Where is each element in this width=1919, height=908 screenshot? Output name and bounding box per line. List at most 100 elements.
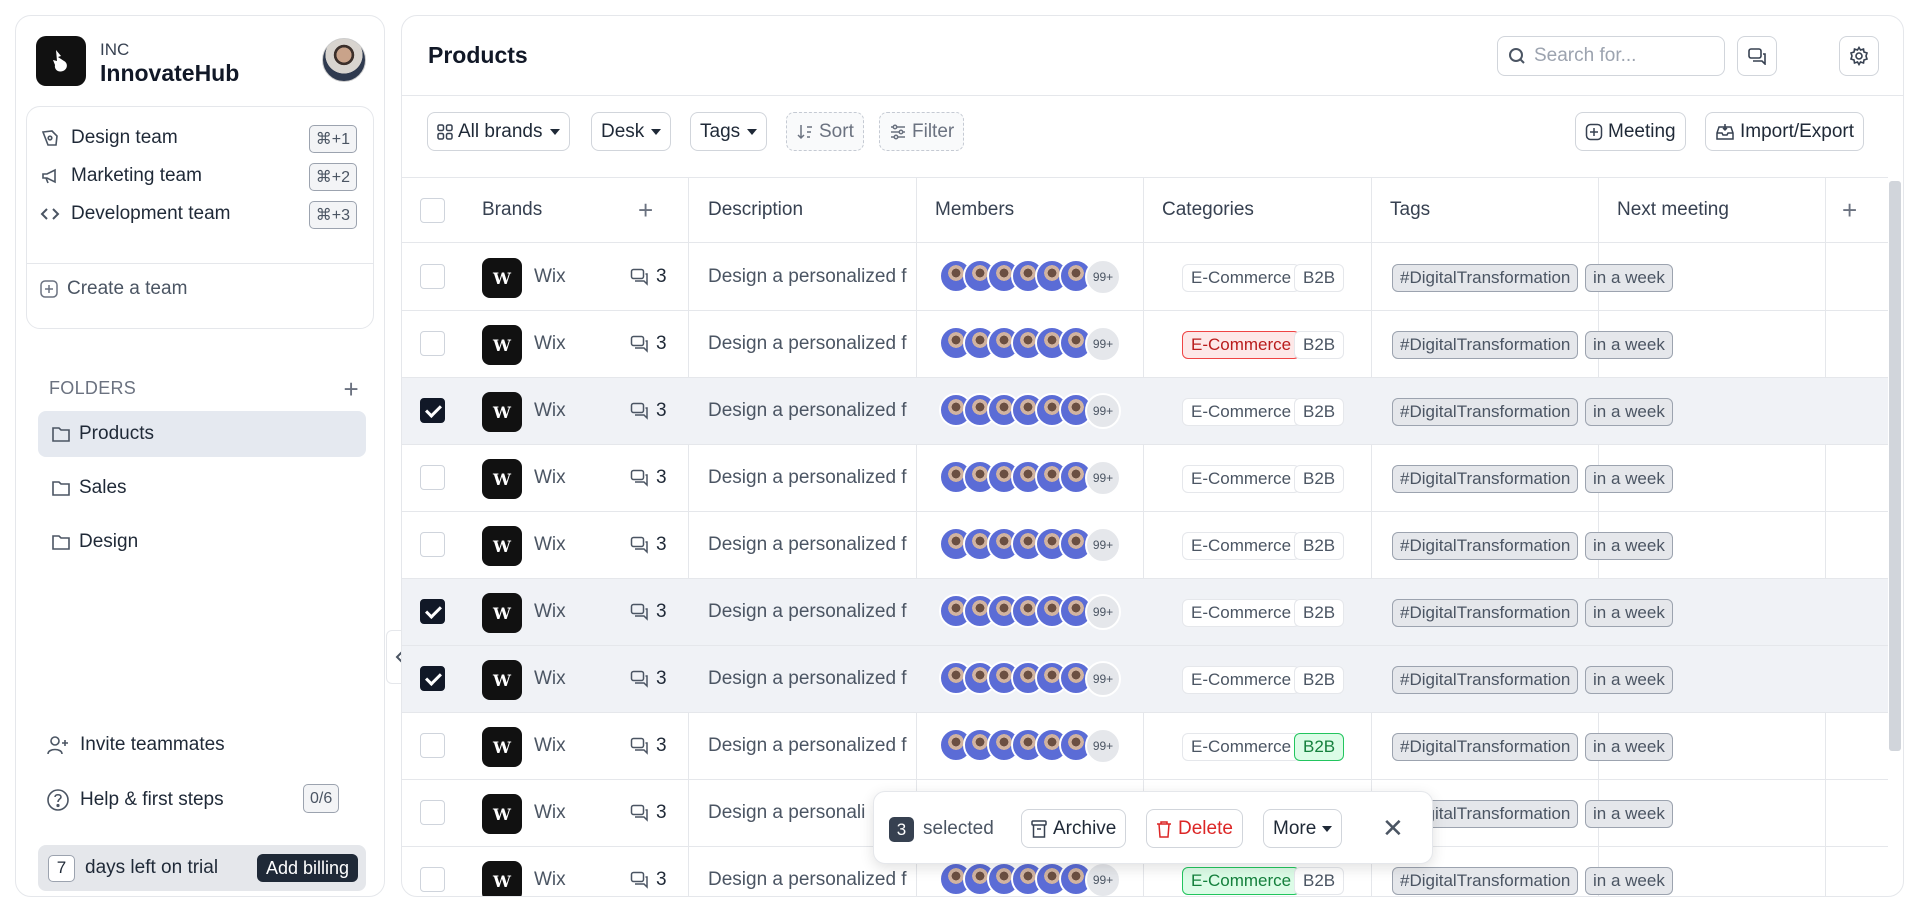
table-row[interactable]: W Wix 3 Design a personalized f 99+ E-Commerc… [402, 646, 1888, 713]
category-chip[interactable]: E-Commerce [1182, 465, 1301, 493]
members-stack[interactable]: 99+ [939, 460, 1121, 498]
next-meeting-chip[interactable]: in a week [1585, 800, 1673, 828]
add-billing-button[interactable]: Add billing [256, 854, 358, 882]
create-team-button[interactable]: Create a team [39, 278, 187, 300]
table-row[interactable]: W Wix 3 Design a personalized f 99+ E-Commerc… [402, 378, 1888, 445]
table-row[interactable]: W Wix 3 Design a personalized f 99+ E-Commerc… [402, 244, 1888, 311]
brand-name[interactable]: Wix [534, 512, 566, 578]
filter-button[interactable]: Filter [879, 112, 965, 151]
next-meeting-chip[interactable]: in a week [1585, 867, 1673, 895]
next-meeting-chip[interactable]: in a week [1585, 599, 1673, 627]
category-chip[interactable]: E-Commerce [1182, 264, 1301, 292]
tag-chip[interactable]: #DigitalTransformation [1392, 532, 1579, 560]
tag-chip[interactable]: #DigitalTransformation [1392, 264, 1579, 292]
tag-chip[interactable]: #DigitalTransformation [1392, 867, 1579, 895]
next-meeting-chip[interactable]: in a week [1585, 532, 1673, 560]
description-cell[interactable]: Design a personalized f [708, 579, 930, 645]
desk-dropdown[interactable]: Desk [591, 112, 672, 151]
members-stack[interactable]: 99+ [939, 661, 1121, 699]
column-header-members[interactable]: Members [935, 178, 1014, 242]
brand-name[interactable]: Wix [534, 780, 566, 846]
close-icon[interactable]: ✕ [1382, 813, 1404, 844]
folder-design[interactable]: Design [38, 519, 366, 565]
row-checkbox[interactable] [420, 733, 445, 758]
description-cell[interactable]: Design a personalized f [708, 378, 930, 444]
meeting-button[interactable]: Meeting [1575, 112, 1686, 151]
next-meeting-chip[interactable]: in a week [1585, 398, 1673, 426]
members-stack[interactable]: 99+ [939, 393, 1121, 431]
table-row[interactable]: W Wix 3 Design a personalized f 99+ E-Commerc… [402, 713, 1888, 780]
search-input[interactable]: Search for... [1497, 36, 1725, 76]
add-brand-icon[interactable]: + [638, 178, 653, 242]
tag-chip[interactable]: #DigitalTransformation [1392, 465, 1579, 493]
row-checkbox[interactable] [420, 331, 445, 356]
column-header-tags[interactable]: Tags [1390, 178, 1430, 242]
row-checkbox[interactable] [420, 264, 445, 289]
archive-button[interactable]: Archive [1021, 809, 1127, 848]
next-meeting-chip[interactable]: in a week [1585, 666, 1673, 694]
comments-count[interactable]: 3 [630, 244, 667, 310]
comments-count[interactable]: 3 [630, 311, 667, 377]
row-checkbox[interactable] [420, 666, 445, 691]
user-avatar[interactable] [322, 38, 366, 82]
description-cell[interactable]: Design a personalized f [708, 713, 930, 779]
next-meeting-chip[interactable]: in a week [1585, 264, 1673, 292]
category-chip[interactable]: E-Commerce [1182, 532, 1301, 560]
next-meeting-chip[interactable]: in a week [1585, 733, 1673, 761]
select-all-checkbox[interactable] [420, 198, 445, 223]
column-header-next-meeting[interactable]: Next meeting [1617, 178, 1729, 242]
comments-count[interactable]: 3 [630, 847, 667, 896]
row-checkbox[interactable] [420, 532, 445, 557]
table-row[interactable]: W Wix 3 Design a personalized f 99+ E-Commerc… [402, 311, 1888, 378]
org-switcher[interactable]: INC InnovateHub [36, 36, 366, 96]
comments-count[interactable]: 3 [630, 713, 667, 779]
column-header-categories[interactable]: Categories [1162, 178, 1254, 242]
members-stack[interactable]: 99+ [939, 527, 1121, 565]
description-cell[interactable]: Design a personalized f [708, 445, 930, 511]
next-meeting-chip[interactable]: in a week [1585, 331, 1673, 359]
row-checkbox[interactable] [420, 867, 445, 892]
category-chip[interactable]: B2B [1294, 532, 1345, 560]
add-folder-icon[interactable]: + [344, 374, 359, 405]
brand-name[interactable]: Wix [534, 713, 566, 779]
comments-button[interactable] [1737, 36, 1777, 76]
category-chip[interactable]: E-Commerce [1182, 331, 1301, 359]
sidebar-item-development-team[interactable]: Development team ⌘+3 [39, 195, 361, 233]
description-cell[interactable]: Design a personalized f [708, 311, 930, 377]
category-chip[interactable]: B2B [1294, 733, 1345, 761]
members-stack[interactable]: 99+ [939, 326, 1121, 364]
brand-name[interactable]: Wix [534, 579, 566, 645]
comments-count[interactable]: 3 [630, 378, 667, 444]
row-checkbox[interactable] [420, 465, 445, 490]
category-chip[interactable]: E-Commerce [1182, 733, 1301, 761]
comments-count[interactable]: 3 [630, 646, 667, 712]
all-brands-dropdown[interactable]: All brands [427, 112, 570, 151]
tag-chip[interactable]: #DigitalTransformation [1392, 599, 1579, 627]
tags-dropdown[interactable]: Tags [690, 112, 768, 151]
invite-teammates-link[interactable]: Invite teammates [46, 734, 225, 756]
members-stack[interactable]: 99+ [939, 259, 1121, 297]
tag-chip[interactable]: #DigitalTransformation [1392, 331, 1579, 359]
next-meeting-chip[interactable]: in a week [1585, 465, 1673, 493]
table-row[interactable]: W Wix 3 Design a personalized f 99+ E-Commerc… [402, 512, 1888, 579]
tag-chip[interactable]: #DigitalTransformation [1392, 398, 1579, 426]
table-row[interactable]: W Wix 3 Design a personalized f 99+ E-Commerc… [402, 579, 1888, 646]
add-column-icon[interactable]: + [1842, 178, 1857, 242]
folder-sales[interactable]: Sales [38, 465, 366, 511]
sort-button[interactable]: Sort [786, 112, 864, 151]
category-chip[interactable]: E-Commerce [1182, 666, 1301, 694]
vertical-scrollbar[interactable] [1889, 181, 1901, 751]
help-first-steps-link[interactable]: Help & first steps [46, 788, 224, 812]
description-cell[interactable]: Design a personalized f [708, 646, 930, 712]
category-chip[interactable]: E-Commerce [1182, 599, 1301, 627]
comments-count[interactable]: 3 [630, 579, 667, 645]
folder-products[interactable]: Products [38, 411, 366, 457]
brand-name[interactable]: Wix [534, 244, 566, 310]
brand-name[interactable]: Wix [534, 445, 566, 511]
category-chip[interactable]: E-Commerce [1182, 398, 1301, 426]
more-dropdown[interactable]: More [1263, 809, 1343, 848]
category-chip[interactable]: B2B [1294, 465, 1345, 493]
category-chip[interactable]: B2B [1294, 331, 1345, 359]
category-chip[interactable]: E-Commerce [1182, 867, 1301, 895]
members-stack[interactable]: 99+ [939, 862, 1121, 896]
